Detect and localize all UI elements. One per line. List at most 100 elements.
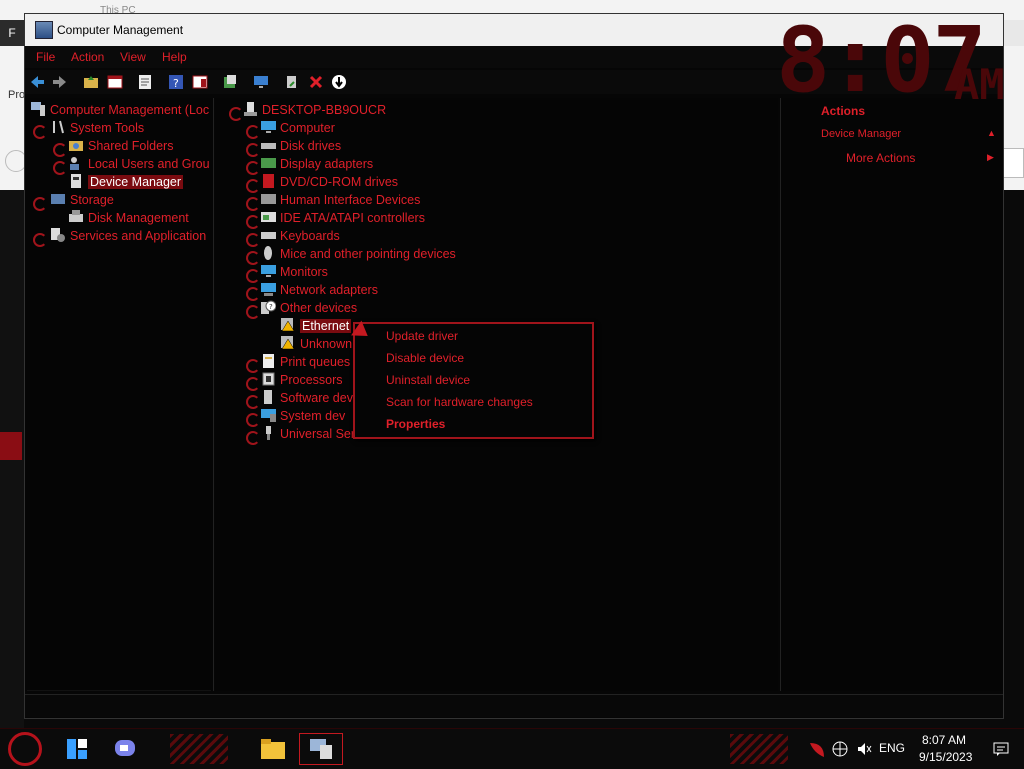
collapse-icon[interactable] xyxy=(229,107,243,121)
device-tree-root[interactable]: DESKTOP-BB9OUCR xyxy=(243,101,386,119)
expand-icon[interactable] xyxy=(246,197,260,211)
device-category-network[interactable]: Network adapters xyxy=(261,281,378,299)
expand-icon[interactable] xyxy=(246,287,260,301)
menu-item-update-driver[interactable]: Update driver xyxy=(386,329,458,343)
expand-icon[interactable] xyxy=(53,143,67,157)
device-unknown[interactable]: Unknown xyxy=(281,335,352,353)
taskbar-date[interactable]: 9/15/2023 xyxy=(919,750,972,764)
device-category-hid[interactable]: Human Interface Devices xyxy=(261,191,420,209)
actions-device-manager[interactable]: Device Manager xyxy=(821,128,901,140)
expand-icon[interactable] xyxy=(246,251,260,265)
system-device-icon xyxy=(261,409,276,422)
device-ethernet[interactable]: Ethernet xyxy=(281,317,352,335)
action-pane-icon[interactable] xyxy=(192,74,208,90)
expand-icon[interactable] xyxy=(246,431,260,445)
tree-item-computer-management[interactable]: Computer Management (Loc xyxy=(31,101,209,119)
file-explorer-button[interactable] xyxy=(251,733,295,765)
explorer-file-tab[interactable]: F xyxy=(0,20,24,46)
expand-icon[interactable] xyxy=(53,161,67,175)
actions-more-actions[interactable]: More Actions xyxy=(846,151,915,165)
menu-item-properties[interactable]: Properties xyxy=(386,417,445,431)
horizontal-scrollbar[interactable]: ◀ ▶ xyxy=(27,690,211,691)
forward-arrow-icon[interactable] xyxy=(52,74,68,90)
tree-item-local-users[interactable]: Local Users and Grou xyxy=(69,155,210,173)
notification-icon[interactable] xyxy=(993,741,1009,757)
collapse-up-icon[interactable]: ▲ xyxy=(987,128,996,138)
expand-icon[interactable] xyxy=(246,377,260,391)
expand-icon[interactable] xyxy=(246,359,260,373)
menu-item-scan-hardware[interactable]: Scan for hardware changes xyxy=(386,395,533,409)
chat-icon[interactable] xyxy=(114,738,138,760)
expand-icon[interactable] xyxy=(246,215,260,229)
device-category-label: Mice and other pointing devices xyxy=(280,247,456,261)
expand-icon[interactable] xyxy=(246,233,260,247)
tree-item-label: Device Manager xyxy=(88,175,184,189)
device-category-other[interactable]: ? Other devices xyxy=(261,299,357,317)
device-category-software[interactable]: Software dev xyxy=(261,389,353,407)
uninstall-x-icon[interactable] xyxy=(308,74,324,90)
download-arrow-icon[interactable] xyxy=(331,74,347,90)
tree-item-services-applications[interactable]: Services and Application xyxy=(51,227,206,245)
expand-icon[interactable] xyxy=(246,125,260,139)
device-category-disk-drives[interactable]: Disk drives xyxy=(261,137,341,155)
tree-item-shared-folders[interactable]: Shared Folders xyxy=(69,137,173,155)
device-category-processors[interactable]: Processors xyxy=(261,371,343,389)
device-category-label: DVD/CD-ROM drives xyxy=(280,175,399,189)
up-folder-icon[interactable] xyxy=(83,74,99,90)
menu-help[interactable]: Help xyxy=(162,50,187,64)
menu-item-uninstall-device[interactable]: Uninstall device xyxy=(386,373,470,387)
device-category-system[interactable]: System dev xyxy=(261,407,345,425)
expand-icon[interactable] xyxy=(246,161,260,175)
chevron-right-icon[interactable]: ▶ xyxy=(987,152,994,163)
globe-icon[interactable] xyxy=(832,741,848,757)
device-category-mice[interactable]: Mice and other pointing devices xyxy=(261,245,456,263)
taskbar-time[interactable]: 8:07 AM xyxy=(922,733,966,747)
volume-muted-icon[interactable] xyxy=(856,741,872,757)
help-icon[interactable]: ? xyxy=(168,74,184,90)
background-red-block xyxy=(0,432,22,460)
show-hide-tree-icon[interactable] xyxy=(107,74,123,90)
enable-device-icon[interactable] xyxy=(284,74,300,90)
expand-icon[interactable] xyxy=(246,413,260,427)
collapse-icon[interactable] xyxy=(33,197,47,211)
collapse-icon[interactable] xyxy=(33,125,47,139)
expand-icon[interactable] xyxy=(246,395,260,409)
expand-icon[interactable] xyxy=(246,269,260,283)
device-category-dvd[interactable]: DVD/CD-ROM drives xyxy=(261,173,398,191)
tree-item-system-tools[interactable]: System Tools xyxy=(51,119,144,137)
device-category-monitors[interactable]: Monitors xyxy=(261,263,328,281)
tree-item-storage[interactable]: Storage xyxy=(51,191,114,209)
device-category-label: Computer xyxy=(280,121,335,135)
back-arrow-icon[interactable] xyxy=(29,74,45,90)
scan-hardware-icon[interactable] xyxy=(253,74,269,90)
tree-item-device-manager[interactable]: Device Manager xyxy=(69,173,184,191)
msi-dragon-icon[interactable] xyxy=(808,741,826,759)
properties-icon[interactable] xyxy=(137,74,153,90)
device-category-computer[interactable]: Computer xyxy=(261,119,335,137)
clock-ampm: AM xyxy=(954,60,1005,109)
expand-icon[interactable] xyxy=(33,233,47,247)
tools-icon xyxy=(53,120,64,134)
device-category-ide[interactable]: IDE ATA/ATAPI controllers xyxy=(261,209,425,227)
menu-item-disable-device[interactable]: Disable device xyxy=(386,351,464,365)
device-label: Ethernet xyxy=(300,319,352,333)
expand-icon[interactable] xyxy=(246,143,260,157)
tree-item-disk-management[interactable]: Disk Management xyxy=(69,209,189,227)
computer-management-taskbar-button[interactable] xyxy=(299,733,343,765)
menu-file[interactable]: File xyxy=(36,50,55,64)
menu-view[interactable]: View xyxy=(120,50,146,64)
folder-icon xyxy=(261,739,285,759)
menu-action[interactable]: Action xyxy=(71,50,104,64)
expand-icon[interactable] xyxy=(246,179,260,193)
language-indicator[interactable]: ENG xyxy=(879,741,905,755)
start-button[interactable] xyxy=(8,732,42,766)
device-category-print-queues[interactable]: Print queues xyxy=(261,353,350,371)
device-category-display-adapters[interactable]: Display adapters xyxy=(261,155,373,173)
collapse-icon[interactable] xyxy=(246,305,260,319)
device-category-keyboards[interactable]: Keyboards xyxy=(261,227,340,245)
update-driver-icon[interactable] xyxy=(222,74,238,90)
tree-item-label: Shared Folders xyxy=(88,139,174,153)
widgets-icon[interactable] xyxy=(66,738,88,760)
users-icon xyxy=(70,157,79,170)
tree-item-label: Disk Management xyxy=(88,211,189,225)
